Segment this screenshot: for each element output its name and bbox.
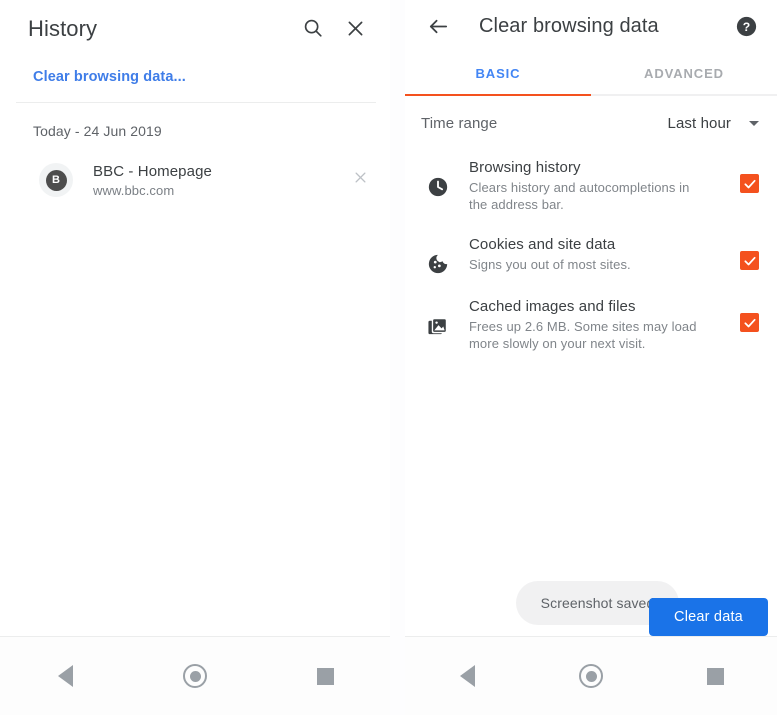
clear-data-button[interactable]: Clear data [649,598,768,636]
triangle-back-icon [460,665,475,687]
screen-root: History Clear browsin [0,0,777,715]
nav-back-button[interactable] [405,665,529,687]
history-item-url: www.bbc.com [93,183,340,198]
clear-browsing-data-link[interactable]: Clear browsing data... [33,69,186,85]
option-text: Cached images and files Frees up 2.6 MB.… [469,297,730,352]
android-navigation-bar-right [405,636,777,715]
option-row-browsing-history[interactable]: Browsing history Clears history and auto… [405,158,777,213]
back-arrow-icon [427,15,450,38]
square-recents-icon [317,668,334,685]
option-row-cached-images[interactable]: Cached images and files Frees up 2.6 MB.… [405,297,777,352]
nav-home-button[interactable] [529,664,653,688]
checkbox-cached-images[interactable] [740,313,759,332]
option-title: Cached images and files [469,298,730,315]
tab-advanced[interactable]: ADVANCED [591,52,777,94]
help-icon: ? [736,16,757,37]
option-description: Signs you out of most sites. [469,256,701,273]
time-range-row[interactable]: Time range Last hour [405,96,777,150]
triangle-back-icon [58,665,73,687]
nav-recents-button[interactable] [653,668,777,685]
clear-browsing-data-panel: Clear browsing data ? BASIC ADVANCED [405,0,777,715]
favicon-letter: B [46,170,67,191]
back-button[interactable] [417,5,459,47]
checkbox-cookies[interactable] [740,251,759,270]
history-item-text: BBC - Homepage www.bbc.com [93,163,340,198]
clear-browsing-data-link-row[interactable]: Clear browsing data... [0,56,390,102]
help-button[interactable]: ? [725,5,767,47]
page-title: History [28,16,292,40]
android-navigation-bar-left [0,636,390,715]
tab-advanced-label: ADVANCED [644,66,724,81]
svg-text:?: ? [742,19,749,33]
search-icon [302,17,324,39]
remove-history-item-button[interactable] [340,160,380,200]
close-icon [353,170,368,190]
panel-separator [390,0,405,715]
history-app-bar: History [0,0,390,56]
image-stack-icon [421,297,455,352]
square-recents-icon [707,668,724,685]
circle-home-icon [579,664,603,688]
option-description: Clears history and autocompletions in th… [469,179,701,213]
option-text: Cookies and site data Signs you out of m… [469,235,730,275]
cookie-icon [421,235,455,275]
home-dot [190,671,201,682]
time-range-value[interactable]: Last hour [668,115,731,132]
tab-basic[interactable]: BASIC [405,52,591,94]
clear-data-options-list: Browsing history Clears history and auto… [405,150,777,352]
history-list-item[interactable]: B BBC - Homepage www.bbc.com [0,139,390,204]
chevron-down-icon[interactable] [749,121,759,126]
checkbox-browsing-history[interactable] [740,174,759,193]
search-button[interactable] [292,7,334,49]
clear-data-app-bar: Clear browsing data ? [405,0,777,52]
page-title: Clear browsing data [479,15,725,38]
option-title: Cookies and site data [469,236,730,253]
history-item-title: BBC - Homepage [93,163,340,180]
history-panel: History Clear browsin [0,0,390,715]
option-description: Frees up 2.6 MB. Some sites may load mor… [469,318,701,352]
favicon: B [39,163,73,197]
nav-back-button[interactable] [0,665,130,687]
option-row-cookies[interactable]: Cookies and site data Signs you out of m… [405,235,777,275]
active-tab-indicator [405,94,591,96]
time-range-label: Time range [421,115,668,132]
circle-home-icon [183,664,207,688]
home-dot [586,671,597,682]
nav-home-button[interactable] [130,664,260,688]
nav-recents-button[interactable] [260,668,390,685]
tab-bar: BASIC ADVANCED [405,52,777,94]
option-title: Browsing history [469,159,730,176]
close-icon [345,18,366,39]
clock-icon [421,158,455,213]
tab-basic-label: BASIC [476,66,521,81]
history-date-header: Today - 24 Jun 2019 [0,103,390,139]
option-text: Browsing history Clears history and auto… [469,158,730,213]
close-history-button[interactable] [334,7,376,49]
